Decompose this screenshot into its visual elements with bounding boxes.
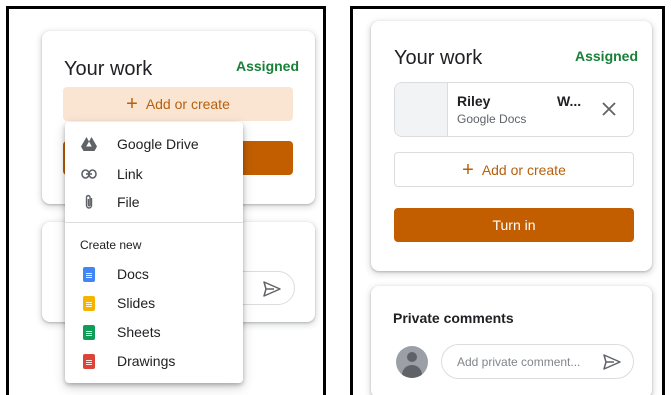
plus-icon: + bbox=[462, 158, 474, 181]
attachment-type: Google Docs bbox=[457, 112, 527, 126]
create-new-heading: Create new bbox=[80, 238, 142, 252]
add-or-create-button[interactable]: + Add or create bbox=[63, 87, 293, 121]
menu-item-label: File bbox=[117, 194, 140, 210]
menu-item-label: Docs bbox=[117, 266, 149, 282]
send-icon[interactable] bbox=[262, 280, 282, 298]
sheets-icon bbox=[81, 324, 97, 340]
private-comments-title: Private comments bbox=[393, 310, 514, 326]
menu-item-sheets[interactable]: Sheets bbox=[65, 318, 243, 346]
menu-item-google-drive[interactable]: Google Drive bbox=[65, 130, 243, 158]
your-work-title: Your work bbox=[64, 58, 153, 80]
slides-icon bbox=[81, 295, 97, 311]
menu-item-slides[interactable]: Slides bbox=[65, 289, 243, 317]
add-or-create-label: Add or create bbox=[481, 161, 566, 178]
menu-item-label: Drawings bbox=[117, 353, 176, 369]
menu-divider bbox=[65, 222, 243, 223]
menu-item-label: Google Drive bbox=[117, 136, 199, 152]
left-screenshot-panel: Your work Assigned + Add or create ... G… bbox=[6, 6, 326, 395]
add-or-create-menu: Google Drive Link File Create new Docs S… bbox=[65, 122, 243, 383]
close-icon bbox=[602, 102, 616, 116]
avatar bbox=[396, 346, 428, 378]
status-badge: Assigned bbox=[236, 58, 300, 74]
menu-item-label: Link bbox=[117, 166, 143, 182]
private-comment-placeholder: Add private comment... bbox=[457, 355, 581, 369]
add-or-create-button[interactable]: + Add or create bbox=[394, 152, 634, 187]
remove-attachment-button[interactable] bbox=[597, 97, 621, 121]
your-work-card: Your work Assigned Riley W... Google Doc… bbox=[371, 21, 652, 271]
send-icon[interactable] bbox=[602, 353, 622, 371]
private-comment-input[interactable]: Add private comment... bbox=[441, 344, 634, 379]
docs-icon bbox=[81, 266, 97, 282]
plus-icon: + bbox=[126, 93, 138, 115]
private-comments-card: Private comments Add private comment... bbox=[371, 286, 652, 395]
menu-item-file[interactable]: File bbox=[65, 188, 243, 216]
attachment-name-truncated: W... bbox=[557, 93, 582, 109]
right-screenshot-panel: Your work Assigned Riley W... Google Doc… bbox=[350, 6, 665, 395]
attachment-item[interactable]: Riley W... Google Docs bbox=[394, 82, 634, 137]
google-drive-icon bbox=[81, 136, 97, 152]
attachment-thumbnail bbox=[395, 83, 448, 136]
menu-item-drawings[interactable]: Drawings bbox=[65, 347, 243, 375]
menu-item-label: Sheets bbox=[117, 324, 161, 340]
menu-item-label: Slides bbox=[117, 295, 156, 311]
menu-item-docs[interactable]: Docs bbox=[65, 260, 243, 288]
turn-in-button[interactable]: Turn in bbox=[394, 208, 634, 242]
drawings-icon bbox=[81, 353, 97, 369]
link-icon bbox=[81, 166, 97, 182]
menu-item-link[interactable]: Link bbox=[65, 160, 243, 188]
your-work-title: Your work bbox=[394, 47, 483, 69]
status-badge: Assigned bbox=[575, 48, 639, 64]
attachment-name: Riley bbox=[457, 93, 491, 109]
attachment-icon bbox=[81, 194, 97, 210]
add-or-create-label: Add or create bbox=[145, 96, 230, 112]
